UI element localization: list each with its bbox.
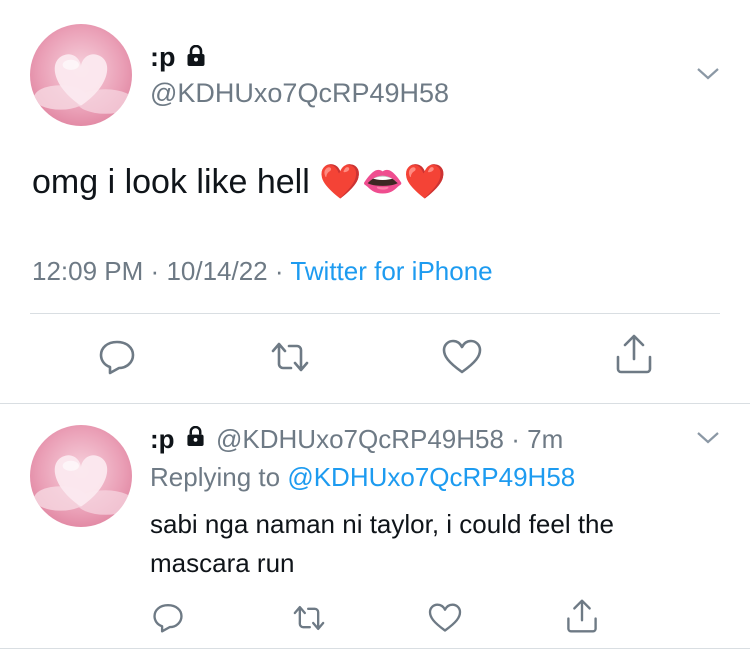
meta-separator: · (150, 256, 160, 286)
divider (30, 313, 720, 314)
heart-icon (442, 339, 482, 374)
handle[interactable]: @KDHUxo7QcRP49H58 (150, 78, 449, 109)
reply-text-line-1: sabi nga naman ni taylor, i could feel t… (150, 509, 614, 539)
lock-icon (186, 45, 206, 72)
like-button[interactable] (428, 603, 462, 633)
chevron-down-icon[interactable] (696, 431, 720, 445)
reply-header-row: :p @KDHUxo7QcRP49H58 · 7m (150, 424, 563, 455)
handle[interactable]: @KDHUxo7QcRP49H58 (216, 424, 504, 454)
heart-icon (428, 603, 462, 632)
share-icon (567, 599, 597, 633)
meta-separator: · (274, 256, 284, 286)
reply-button[interactable] (152, 601, 184, 633)
main-name-row: :p (150, 42, 206, 73)
reply-button[interactable] (98, 337, 136, 375)
share-button[interactable] (614, 333, 654, 375)
lock-icon (186, 423, 205, 454)
display-name[interactable]: :p (150, 42, 175, 72)
share-button[interactable] (565, 598, 599, 634)
retweet-icon (293, 606, 325, 630)
section-divider (0, 403, 750, 404)
meta-separator: · (511, 424, 520, 454)
reply-age: 7m (527, 424, 564, 454)
tweet-text: omg i look like hell ❤️👄❤️ (32, 163, 447, 201)
avatar[interactable] (30, 24, 132, 126)
retweet-button[interactable] (292, 603, 326, 633)
tweet-date: 10/14/22 (166, 256, 268, 286)
like-button[interactable] (442, 339, 482, 375)
avatar[interactable] (30, 425, 132, 527)
reply-icon (99, 340, 135, 375)
replying-handle-link[interactable]: @KDHUxo7QcRP49H58 (287, 462, 575, 492)
replying-to: Replying to @KDHUxo7QcRP49H58 (150, 462, 575, 493)
retweet-button[interactable] (270, 339, 310, 375)
display-name[interactable]: :p (150, 424, 175, 454)
section-divider (0, 648, 750, 649)
replying-prefix: Replying to (150, 462, 281, 492)
retweet-icon (271, 342, 309, 372)
tweet-meta: 12:09 PM · 10/14/22 · Twitter for iPhone (32, 256, 493, 287)
tweet-time: 12:09 PM (32, 256, 144, 286)
tweet-source[interactable]: Twitter for iPhone (290, 256, 492, 286)
reply-icon (153, 604, 183, 633)
share-icon (616, 334, 652, 374)
chevron-down-icon[interactable] (696, 67, 720, 81)
reply-text-line-2: mascara run (150, 548, 295, 578)
